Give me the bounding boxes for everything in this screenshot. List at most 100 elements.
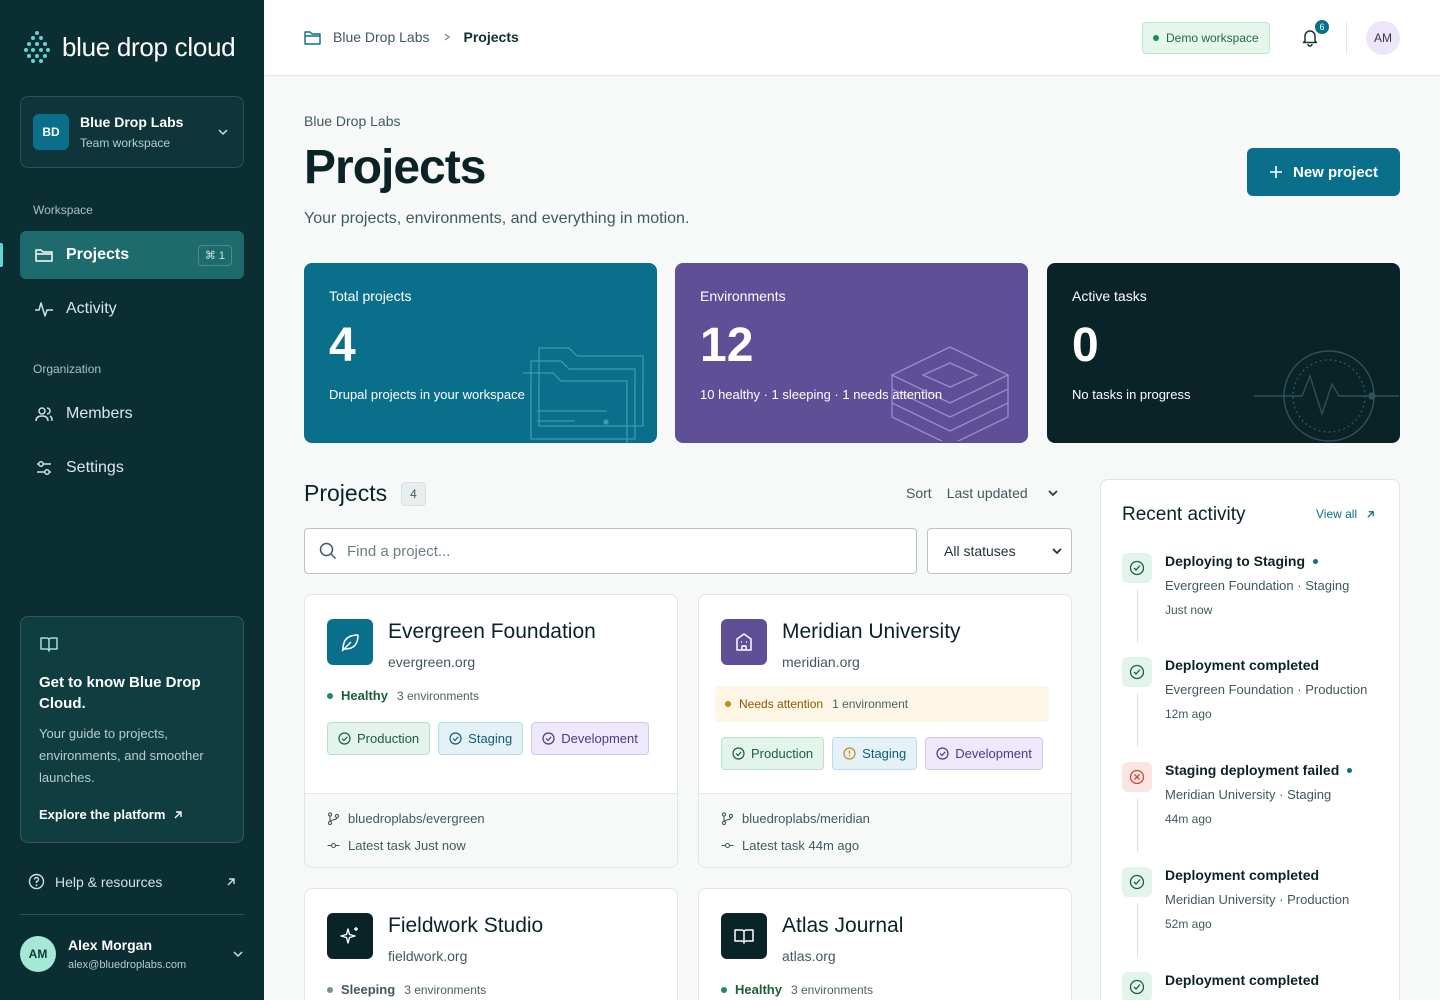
env-chip-production[interactable]: Production xyxy=(721,737,825,770)
repo-name[interactable]: bluedroplabs/evergreen xyxy=(348,811,485,826)
attention-banner: Needs attention 1 environment xyxy=(715,686,1049,722)
project-domain[interactable]: fieldwork.org xyxy=(388,948,467,964)
activity-meta: Meridian University · Production xyxy=(1165,892,1350,907)
sparkles-icon xyxy=(340,927,358,944)
status-dot xyxy=(1153,35,1159,41)
help-circle-icon xyxy=(28,873,45,890)
org-switcher[interactable]: BD Blue Drop Labs Team workspace xyxy=(20,96,244,168)
activity-time: 44m ago xyxy=(1165,812,1212,826)
shortcut-hint: ⌘ 1 xyxy=(197,244,232,266)
timeline-line xyxy=(1137,589,1138,643)
building-icon xyxy=(736,633,752,651)
check-circle-icon xyxy=(338,732,351,745)
activity-meta: Meridian University · Staging xyxy=(1165,787,1332,802)
project-name[interactable]: Atlas Journal xyxy=(782,914,903,938)
stat-label: Environments xyxy=(700,288,786,304)
timeline-line xyxy=(1137,903,1138,957)
env-count: 3 environments xyxy=(396,688,480,703)
breadcrumb: Blue Drop Labs Projects xyxy=(304,29,519,45)
topbar: Blue Drop Labs Projects Demo workspace 6… xyxy=(264,0,1440,76)
project-name[interactable]: Fieldwork Studio xyxy=(388,914,543,938)
project-card-atlas[interactable]: Atlas Journal atlas.org Healthy 3 enviro… xyxy=(698,888,1072,1000)
search-icon xyxy=(319,542,337,560)
repo-name[interactable]: bluedroplabs/meridian xyxy=(742,811,870,826)
stat-label: Active tasks xyxy=(1072,288,1147,304)
success-icon xyxy=(1122,553,1152,583)
demo-workspace-badge: Demo workspace xyxy=(1142,22,1270,54)
page-title: Projects xyxy=(304,141,486,194)
breadcrumb-org[interactable]: Blue Drop Labs xyxy=(333,29,430,45)
sliders-icon xyxy=(37,461,51,475)
project-domain[interactable]: meridian.org xyxy=(782,654,860,670)
status-label: Needs attention xyxy=(739,697,824,711)
explore-platform-link[interactable]: Explore the platform xyxy=(39,807,225,822)
book-icon xyxy=(40,637,58,652)
project-name[interactable]: Meridian University xyxy=(782,620,961,644)
brand-logo[interactable]: blue drop cloud xyxy=(22,30,236,64)
sidebar-item-projects[interactable]: Projects ⌘ 1 xyxy=(20,231,244,279)
status-label: Sleeping xyxy=(341,982,396,997)
project-domain[interactable]: atlas.org xyxy=(782,948,836,964)
status-filter-value: All statuses xyxy=(944,543,1016,559)
project-card-fieldwork[interactable]: Fieldwork Studio fieldwork.org Sleeping … xyxy=(304,888,678,1000)
view-all-link[interactable]: View all xyxy=(1316,507,1375,521)
status-dot xyxy=(327,986,333,993)
sort-label: Sort xyxy=(906,485,932,501)
sidebar-item-members[interactable]: Members xyxy=(20,390,244,438)
env-chips: Production Staging Development xyxy=(721,737,1043,770)
stat-label: Total projects xyxy=(329,288,412,304)
check-circle-icon xyxy=(449,732,462,745)
project-card-evergreen[interactable]: Evergreen Foundation evergreen.org Healt… xyxy=(304,594,678,868)
external-link-icon xyxy=(174,810,183,818)
status-label: Healthy xyxy=(735,982,782,997)
guide-title: Get to know Blue Drop Cloud. xyxy=(39,674,201,712)
help-resources-link[interactable]: Help & resources xyxy=(28,873,236,890)
external-link-icon xyxy=(227,877,235,885)
new-project-button[interactable]: New project xyxy=(1247,148,1400,196)
org-avatar: BD xyxy=(33,114,69,150)
env-chip-staging[interactable]: Staging xyxy=(832,737,918,770)
sidebar-item-label: Settings xyxy=(66,459,124,476)
count-badge: 4 xyxy=(401,481,426,506)
activity-time: Just now xyxy=(1165,603,1213,617)
timeline-line xyxy=(1137,798,1138,852)
explore-platform-label: Explore the platform xyxy=(39,807,166,822)
avatar: AM xyxy=(20,936,56,972)
check-circle-icon xyxy=(936,747,949,760)
project-icon xyxy=(721,619,767,665)
leaf-icon xyxy=(341,634,359,652)
status-filter-select[interactable]: All statuses xyxy=(927,528,1072,574)
timeline-line xyxy=(1137,693,1138,747)
chevron-down-icon xyxy=(1048,490,1058,497)
health-status: Sleeping 3 environments xyxy=(327,982,486,997)
user-email: alex@bluedroplabs.com xyxy=(68,959,187,971)
env-chip-development[interactable]: Development xyxy=(925,737,1043,770)
search-input[interactable]: Find a project... xyxy=(304,528,917,574)
sidebar-item-activity[interactable]: Activity xyxy=(20,285,244,333)
env-chip-production[interactable]: Production xyxy=(327,722,431,755)
org-name: Blue Drop Labs xyxy=(80,114,184,130)
sidebar-item-settings[interactable]: Settings xyxy=(20,444,244,492)
project-name[interactable]: Evergreen Foundation xyxy=(388,620,596,644)
projects-section-header: Projects 4 xyxy=(304,480,426,507)
page-eyebrow: Blue Drop Labs xyxy=(304,113,401,129)
activity-title: Staging deployment failed xyxy=(1165,762,1340,778)
user-menu[interactable]: AM Alex Morgan alex@bluedroplabs.com xyxy=(20,936,244,972)
section-label-workspace: Workspace xyxy=(33,203,93,217)
alert-circle-icon xyxy=(843,747,856,760)
activity-meta: Evergreen Foundation · Production xyxy=(1165,682,1368,697)
env-chip-staging[interactable]: Staging xyxy=(438,722,524,755)
help-label: Help & resources xyxy=(55,873,163,890)
live-dot xyxy=(1313,558,1318,564)
topbar-divider xyxy=(1346,22,1347,54)
sort-control[interactable]: Sort Last updated xyxy=(906,485,1059,501)
stat-card-total-projects: Total projects 4 Drupal projects in your… xyxy=(304,263,657,443)
avatar[interactable]: AM xyxy=(1366,21,1400,55)
status-dot xyxy=(725,701,731,707)
success-icon xyxy=(1122,867,1152,897)
env-chip-development[interactable]: Development xyxy=(531,722,649,755)
project-card-meridian[interactable]: Meridian University meridian.org Needs a… xyxy=(698,594,1072,868)
status-dot xyxy=(327,692,333,699)
stat-card-environments: Environments 12 10 healthy · 1 sleeping … xyxy=(675,263,1028,443)
project-domain[interactable]: evergreen.org xyxy=(388,654,475,670)
